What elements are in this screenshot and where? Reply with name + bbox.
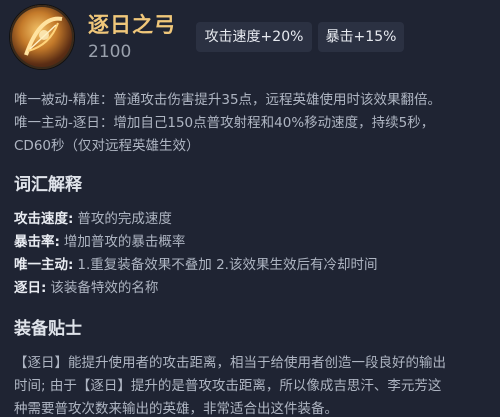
glossary-term-crit-rate: 暴击率: 增加普攻的暴击概率 [14,230,185,250]
term-key: 逐日: [14,280,47,296]
tip-line-3: 种需要普攻次数来输出的英雄，非常适合出这件装备。 [14,401,338,417]
item-price: 2100 [88,42,132,62]
active-effect-cooldown-text: CD60秒（仅对远程英雄生效） [14,138,200,154]
glossary-term-unique-active: 唯一主动: 1.重复装备效果不叠加 2.该效果生效后有冷却时间 [14,253,377,273]
passive-effect-text: 唯一被动-精准：普通攻击伤害提升35点，远程英雄使用时该效果翻倍。 [14,92,442,108]
term-key: 攻击速度: [14,211,74,227]
term-value: 普攻的完成速度 [77,211,172,227]
term-value: 1.重复装备效果不叠加 2.该效果生效后有冷却时间 [77,257,378,273]
term-key: 唯一主动: [14,257,74,273]
tip-line-2: 时间; 由于【逐日】提升的是普攻攻击距离，所以像成吉思汗、李元芳这 [14,378,442,394]
tip-line-1: 【逐日】能提升使用者的攻击距离，相当于给使用者创造一段良好的输出 [14,355,446,371]
term-key: 暴击率: [14,234,60,250]
golden-bow-icon [10,5,74,69]
item-name: 逐日之弓 [88,13,176,37]
stat-crit-badge: 暴击+15% [318,22,404,52]
term-value: 该装备特效的名称 [50,280,159,296]
glossary-title: 词汇解释 [14,175,82,195]
item-header: 逐日之弓 2100 攻击速度+20% 暴击+15% [0,0,500,76]
glossary-term-zhuri: 逐日: 该装备特效的名称 [14,276,158,296]
term-value: 增加普攻的暴击概率 [63,234,186,250]
glossary-term-attack-speed: 攻击速度: 普攻的完成速度 [14,207,172,227]
active-effect-text: 唯一主动-逐日：增加自己150点普攻射程和40%移动速度，持续5秒， [14,115,435,131]
tips-title: 装备贴士 [14,319,82,339]
stat-attack-speed-badge: 攻击速度+20% [196,22,312,52]
